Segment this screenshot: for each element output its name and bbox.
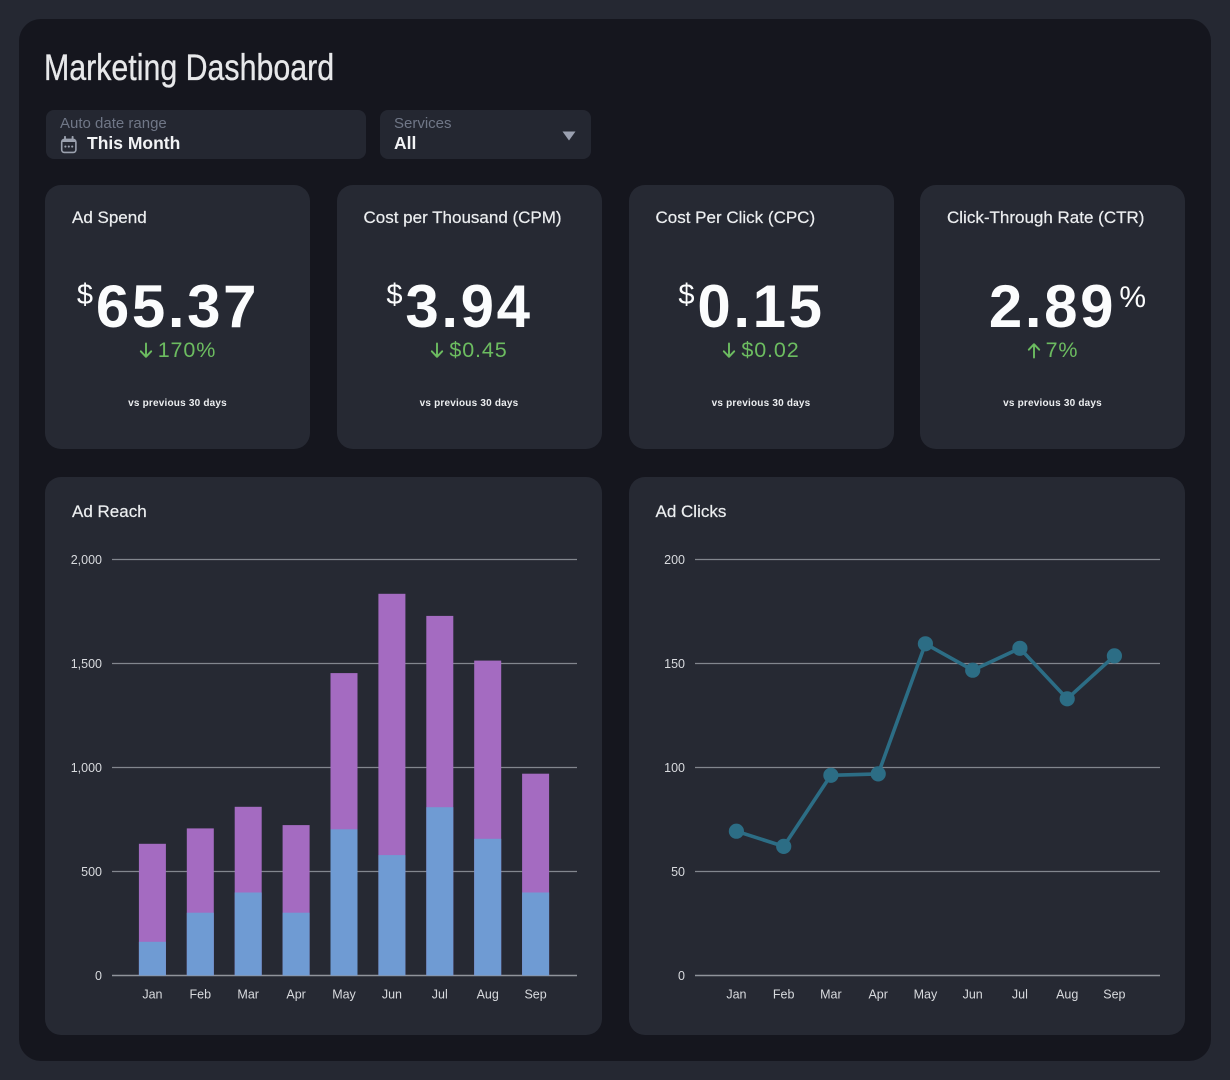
svg-text:2,000: 2,000 [71, 553, 102, 567]
svg-text:Jul: Jul [1011, 987, 1027, 1001]
svg-text:Mar: Mar [237, 987, 259, 1001]
svg-text:May: May [913, 987, 937, 1001]
svg-text:Jul: Jul [432, 987, 448, 1001]
svg-text:Jan: Jan [142, 987, 162, 1001]
svg-text:Aug: Aug [1056, 987, 1078, 1001]
svg-text:100: 100 [664, 761, 685, 775]
svg-text:Sep: Sep [1103, 987, 1125, 1001]
svg-text:Apr: Apr [286, 987, 305, 1001]
svg-text:Feb: Feb [190, 987, 212, 1001]
svg-text:50: 50 [671, 865, 685, 879]
svg-text:500: 500 [81, 865, 102, 879]
svg-text:0: 0 [95, 969, 102, 983]
svg-text:Jun: Jun [382, 987, 402, 1001]
svg-text:150: 150 [664, 657, 685, 671]
svg-text:0: 0 [678, 969, 685, 983]
svg-text:Mar: Mar [820, 987, 842, 1001]
svg-text:Jun: Jun [962, 987, 982, 1001]
svg-text:Sep: Sep [524, 987, 546, 1001]
svg-text:Apr: Apr [868, 987, 887, 1001]
svg-text:Feb: Feb [772, 987, 794, 1001]
svg-text:200: 200 [664, 553, 685, 567]
svg-text:May: May [332, 987, 356, 1001]
svg-text:Jan: Jan [726, 987, 746, 1001]
svg-text:1,000: 1,000 [71, 761, 102, 775]
svg-text:1,500: 1,500 [71, 657, 102, 671]
svg-text:Aug: Aug [477, 987, 499, 1001]
